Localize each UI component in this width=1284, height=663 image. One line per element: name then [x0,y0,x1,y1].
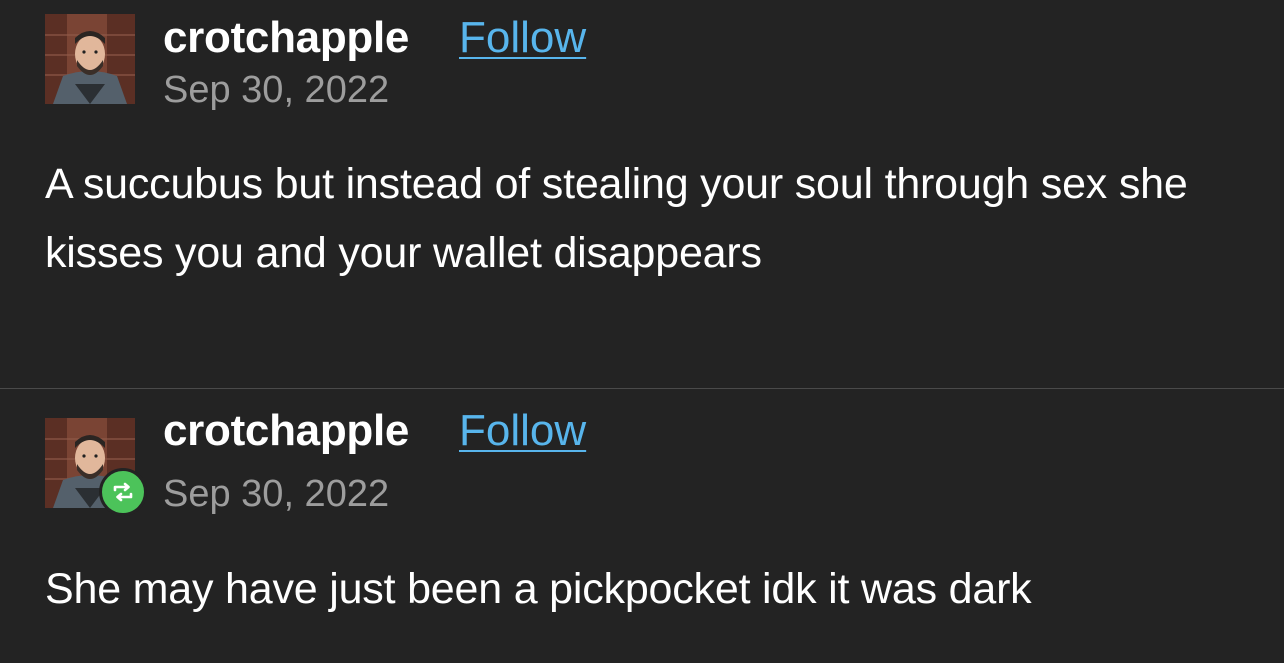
post-date[interactable]: Sep 30, 2022 [163,71,389,109]
follow-button[interactable]: Follow [459,409,586,453]
reblog-icon [99,468,147,516]
follow-button[interactable]: Follow [459,16,586,60]
post-date[interactable]: Sep 30, 2022 [163,475,389,513]
username[interactable]: crotchapple [163,16,409,60]
avatar[interactable] [45,14,135,104]
post-text: A succubus but instead of stealing your … [45,160,1188,277]
post: crotchapple Follow Sep 30, 2022 A succub… [0,0,1284,388]
post: crotchapple Follow Sep 30, 2022 She may … [0,389,1284,663]
post-text: She may have just been a pickpocket idk … [45,565,1032,613]
username[interactable]: crotchapple [163,409,409,453]
